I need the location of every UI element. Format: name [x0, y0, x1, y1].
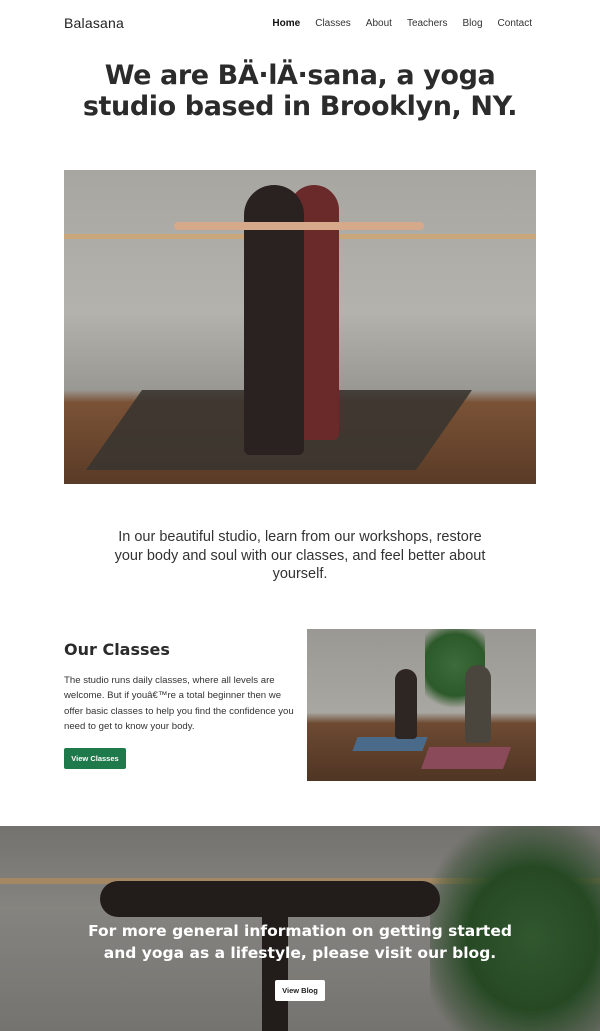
hero-title-line-2: studio based in Brooklyn, NY. — [82, 91, 518, 122]
hero-title-line-1: We are BÄ·lÄ·sana, a yoga — [104, 60, 496, 91]
nav-item-teachers[interactable]: Teachers — [407, 18, 448, 29]
nav-item-classes[interactable]: Classes — [315, 18, 351, 29]
nav-item-home[interactable]: Home — [272, 18, 300, 29]
seated-figure-2 — [465, 665, 491, 743]
banner-text-line-1: For more general information on getting … — [88, 922, 512, 940]
intro-text: In our beautiful studio, learn from our … — [114, 529, 486, 582]
nav-item-blog[interactable]: Blog — [463, 18, 483, 29]
classes-image — [307, 629, 536, 781]
hero-title: We are BÄ·lÄ·sana, a yoga studio based i… — [60, 60, 540, 122]
classes-description: The studio runs daily classes, where all… — [64, 675, 294, 733]
nav-item-about[interactable]: About — [366, 18, 392, 29]
view-blog-button[interactable]: View Blog — [275, 980, 325, 1001]
nav-item-contact[interactable]: Contact — [498, 18, 532, 29]
hero-image — [64, 170, 536, 484]
classes-heading: Our Classes — [64, 640, 170, 659]
outstretched-arms — [174, 222, 424, 230]
yoga-mat-red — [420, 747, 512, 769]
view-classes-button[interactable]: View Classes — [64, 748, 126, 769]
brand-logo[interactable]: Balasana — [64, 15, 124, 31]
banner-text: For more general information on getting … — [80, 920, 520, 964]
seated-figure-1 — [395, 669, 417, 739]
main-nav: Home Classes About Teachers Blog Contact — [272, 18, 532, 29]
yoga-mat-blue — [352, 737, 428, 751]
banner-text-line-2: and yoga as a lifestyle, please visit ou… — [103, 944, 497, 962]
site-header: Balasana Home Classes About Teachers Blo… — [64, 0, 532, 46]
